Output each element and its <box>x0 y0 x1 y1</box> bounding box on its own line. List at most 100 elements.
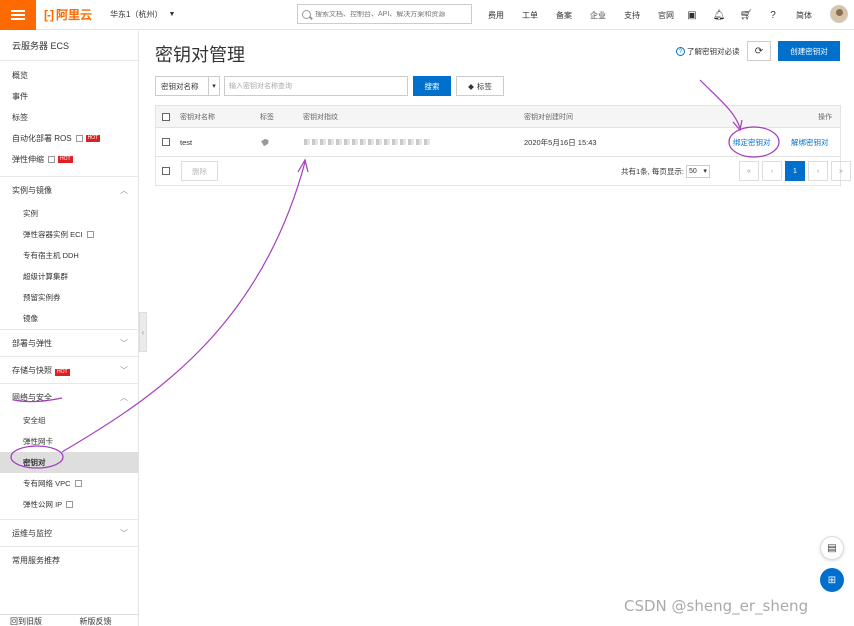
sidebar-group-common[interactable]: 常用服务推荐 <box>0 546 138 573</box>
pagination: « ‹ 1 › » <box>736 161 851 181</box>
external-link-icon <box>74 480 82 487</box>
chevron-up-icon: ︿ <box>120 392 128 402</box>
sidebar-group-deploy[interactable]: 部署与弹性 ﹀ <box>0 329 138 356</box>
sidebar-item-events[interactable]: 事件 <box>0 86 138 107</box>
chevron-left-icon: ‹ <box>141 327 145 337</box>
bind-keypair-link[interactable]: 绑定密钥对 <box>733 137 771 148</box>
menu-button[interactable] <box>0 0 36 30</box>
unbind-keypair-link[interactable]: 解绑密钥对 <box>791 137 829 148</box>
language-switch[interactable]: 简体 <box>796 10 812 21</box>
tag-icon[interactable] <box>262 139 269 145</box>
sidebar-item-scc[interactable]: 超级计算集群 <box>0 266 138 287</box>
apps-button[interactable]: ⊞ <box>820 568 844 592</box>
external-link-icon <box>86 231 94 238</box>
sidebar-item-security-groups[interactable]: 安全组 <box>0 410 138 431</box>
top-bar: [-]阿里云 华东1（杭州）▼ 费用 工单 备案 企业 支持 官网 ▣ 🔔︎ 🛒… <box>0 0 854 30</box>
last-page-button[interactable]: » <box>831 161 851 181</box>
keypair-search-input[interactable]: 输入密钥对名称查询 <box>224 76 408 96</box>
page-1-button[interactable]: 1 <box>785 161 805 181</box>
chevron-down-icon: ﹀ <box>120 365 128 375</box>
sidebar-item-keypairs[interactable]: 密钥对 <box>0 452 138 473</box>
hamburger-icon <box>11 13 25 16</box>
nav-enterprise[interactable]: 企业 <box>590 10 606 21</box>
refresh-button[interactable]: ⟳ <box>747 41 771 61</box>
sidebar-collapse-handle[interactable]: ‹ <box>139 312 147 352</box>
nav-support[interactable]: 支持 <box>624 10 640 21</box>
sidebar: 云服务器 ECS 概览 事件 标签 自动化部署 ROS HOT 弹性伸缩 HOT 实… <box>0 31 139 626</box>
chevron-down-icon: ﹀ <box>120 528 128 538</box>
sidebar-item-images[interactable]: 镜像 <box>0 308 138 329</box>
next-page-button[interactable]: › <box>808 161 828 181</box>
table-footer: 删除 共有1条, 每页显示: 50 ▾ « ‹ 1 › » <box>156 157 851 185</box>
sidebar-group-instances[interactable]: 实例与镜像 ︿ <box>0 176 138 203</box>
help-icon[interactable]: ? <box>767 9 779 21</box>
sidebar-item-vpc[interactable]: 专有网络 VPC <box>0 473 138 494</box>
sidebar-item-overview[interactable]: 概览 <box>0 65 138 86</box>
delete-button[interactable]: 删除 <box>181 161 218 181</box>
avatar[interactable] <box>830 5 848 23</box>
footer-select-checkbox[interactable] <box>162 167 170 175</box>
terminal-icon[interactable]: ▣ <box>686 9 698 21</box>
chevron-down-icon: ﹀ <box>120 338 128 348</box>
chat-icon: ▤ <box>827 542 837 554</box>
global-search-input[interactable] <box>315 10 465 18</box>
sidebar-item-tags[interactable]: 标签 <box>0 107 138 128</box>
tag-shape <box>261 138 270 147</box>
cart-icon[interactable]: 🛒︎ <box>740 9 753 21</box>
sidebar-item-eci[interactable]: 弹性容器实例 ECI <box>0 224 138 245</box>
bell-icon[interactable]: 🔔︎ <box>713 9 726 21</box>
hot-badge: HOT <box>85 135 101 142</box>
sidebar-group-network[interactable]: 网络与安全 ︿ <box>0 383 138 410</box>
chevron-down-icon: ▾ <box>703 168 707 175</box>
tag-filter-button[interactable]: ◆ 标签 <box>456 76 504 96</box>
col-tags: 标签 <box>260 113 274 121</box>
sidebar-item-eip[interactable]: 弹性公网 IP <box>0 494 138 515</box>
sidebar-item-instances[interactable]: 实例 <box>0 203 138 224</box>
nav-official-site[interactable]: 官网 <box>658 10 674 21</box>
nav-icp[interactable]: 备案 <box>556 10 572 21</box>
fingerprint-blurred <box>304 138 432 147</box>
keypair-name: test <box>180 137 193 147</box>
select-all-checkbox[interactable] <box>162 112 170 121</box>
nav-tickets[interactable]: 工单 <box>522 10 538 21</box>
sidebar-group-ops[interactable]: 运维与监控 ﹀ <box>0 519 138 546</box>
col-actions: 操作 <box>818 113 832 121</box>
nav-fees[interactable]: 费用 <box>488 10 504 21</box>
brand-logo[interactable]: [-] 阿里云 <box>44 6 92 23</box>
col-fingerprint: 密钥对指纹 <box>303 113 338 121</box>
back-to-old-button[interactable]: 回到旧版 <box>0 615 70 626</box>
search-button[interactable]: 搜索 <box>413 76 451 96</box>
filter-bar: 密钥对名称 ▾ 输入密钥对名称查询 搜索 ◆ 标签 <box>155 76 504 96</box>
global-search[interactable] <box>297 4 472 24</box>
sidebar-item-eni[interactable]: 弹性网卡 <box>0 431 138 452</box>
filter-select[interactable]: 密钥对名称 ▾ <box>155 76 220 96</box>
first-page-button[interactable]: « <box>739 161 759 181</box>
question-icon: ? <box>676 47 685 56</box>
caret-down-icon: ▼ <box>168 11 176 18</box>
region-selector[interactable]: 华东1（杭州） ▼ <box>110 9 175 20</box>
external-link-icon <box>75 135 83 142</box>
row-checkbox[interactable] <box>162 138 170 146</box>
help-link[interactable]: ? 了解密钥对必读 <box>676 46 740 57</box>
external-link-icon <box>48 156 55 163</box>
create-keypair-button[interactable]: 创建密钥对 <box>778 41 840 61</box>
refresh-icon: ⟳ <box>754 45 764 57</box>
sidebar-bottom: 回到旧版 新版反馈 <box>0 614 139 626</box>
sidebar-item-reserved[interactable]: 预留实例券 <box>0 287 138 308</box>
keypair-table: 密钥对名称 标签 密钥对指纹 密钥对创建时间 操作 test 2020年5月16… <box>155 105 851 186</box>
page-size-select[interactable]: 50 ▾ <box>685 164 710 178</box>
top-nav: 费用 工单 备案 企业 支持 官网 <box>488 0 692 30</box>
hot-badge: HOT <box>58 156 73 163</box>
sidebar-group-storage[interactable]: 存储与快照 HOT ﹀ <box>0 356 138 383</box>
aliyun-logo-icon: [-] <box>44 7 54 22</box>
feedback-button[interactable]: 新版反馈 <box>70 615 140 626</box>
prev-page-button[interactable]: ‹ <box>762 161 782 181</box>
sidebar-title: 云服务器 ECS <box>0 31 138 61</box>
sidebar-item-ddh[interactable]: 专有宿主机 DDH <box>0 245 138 266</box>
chat-button[interactable]: ▤ <box>820 536 844 560</box>
blurred-fingerprint <box>304 138 432 145</box>
chevron-up-icon: ︿ <box>120 185 128 195</box>
top-icons: ▣ 🔔︎ 🛒︎ ? <box>686 0 794 30</box>
sidebar-item-autoscaling[interactable]: 弹性伸缩 HOT <box>0 149 138 170</box>
sidebar-item-ros[interactable]: 自动化部署 ROS HOT <box>0 128 138 149</box>
